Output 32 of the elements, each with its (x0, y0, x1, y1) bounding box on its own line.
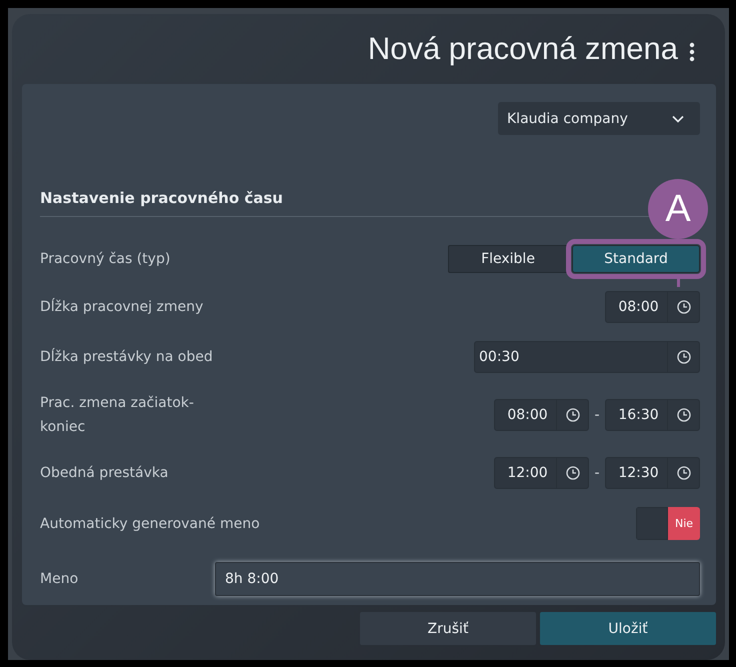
toggle-switch[interactable]: Nie (636, 507, 700, 540)
company-select[interactable]: Klaudia company (498, 102, 700, 135)
field-label: Dĺžka pracovnej zmeny (40, 299, 204, 315)
annotation-badge: A (648, 179, 708, 239)
clock-icon[interactable] (676, 408, 690, 422)
more-icon[interactable] (688, 42, 696, 62)
clock-icon[interactable] (676, 466, 690, 480)
segment-option[interactable]: Flexible (448, 245, 568, 273)
field-label: Automaticky generované meno (40, 516, 260, 532)
section-title: Nastavenie pracovného času (40, 189, 284, 207)
range-separator: - (593, 407, 601, 423)
save-button[interactable]: Uložiť (540, 612, 716, 645)
field-label: Obedná prestávka (40, 464, 170, 483)
dialog-title: Nová pracovná zmena (368, 31, 678, 67)
field-label: Dĺžka prestávky na obed (40, 349, 213, 365)
time-field[interactable]: 16:30 (605, 399, 700, 431)
chevron-icon (672, 114, 684, 122)
time-field[interactable]: 12:00 (494, 457, 589, 489)
range-separator: - (593, 465, 601, 481)
clock-icon[interactable] (566, 466, 580, 480)
clock-icon[interactable] (676, 350, 690, 364)
field-label: Meno (40, 571, 78, 587)
time-field[interactable]: 08:00 (494, 399, 589, 431)
clock-icon[interactable] (676, 300, 690, 314)
cancel-button[interactable]: Zrušiť (360, 612, 536, 645)
name-input[interactable]: 8h 8:00 (215, 562, 700, 596)
field-label: Pracovný čas (typ) (40, 251, 170, 267)
time-field[interactable]: 00:30 (474, 341, 700, 373)
field-label: Prac. zmena začiatok-koniec (40, 394, 195, 437)
clock-icon[interactable] (566, 408, 580, 422)
time-field[interactable]: 08:00 (605, 291, 700, 323)
time-field[interactable]: 12:30 (605, 457, 700, 489)
